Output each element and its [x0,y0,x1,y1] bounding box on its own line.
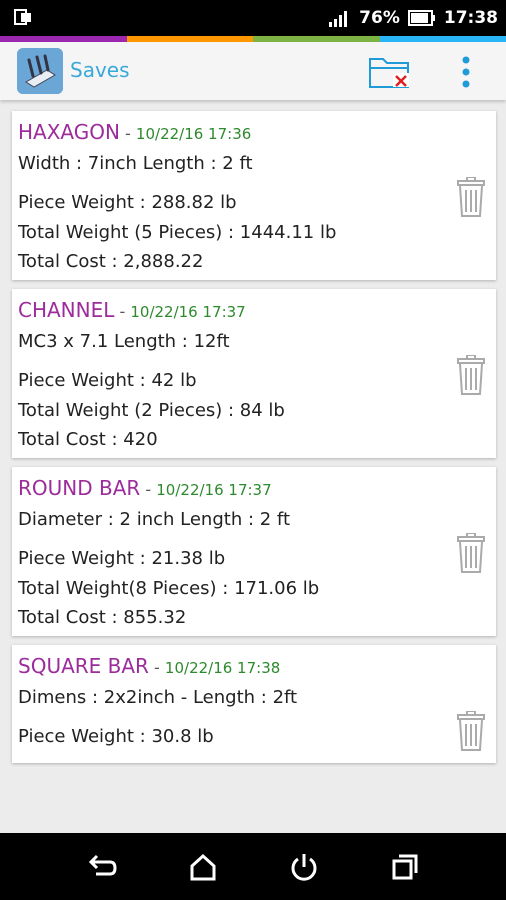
total-cost: Total Cost : 855.32 [18,607,187,628]
title-separator: - [125,124,131,143]
total-weight: Total Weight (5 Pieces) : 1444.11 lb [18,222,337,243]
item-dimensions: Dimens : 2x2inch - Length : 2ft [18,687,298,708]
card-title-line: HAXAGON - 10/22/16 17:36 [18,120,251,144]
trash-icon[interactable] [456,177,486,217]
home-icon[interactable] [188,852,218,882]
total-cost: Total Cost : 420 [18,429,158,450]
screen-mirror-icon [14,9,31,25]
item-date: 10/22/16 17:37 [156,481,272,499]
item-dimensions: Diameter : 2 inch Length : 2 ft [18,509,290,530]
status-bar: 76% 17:38 [0,0,506,36]
back-icon[interactable] [88,852,118,882]
item-type: CHANNEL [18,298,115,322]
title-separator: - [119,302,126,321]
overflow-menu-icon[interactable] [454,54,478,90]
trash-icon[interactable] [456,355,486,395]
piece-weight: Piece Weight : 42 lb [18,370,197,391]
item-date: 10/22/16 17:36 [135,125,252,143]
item-type: HAXAGON [18,120,120,144]
title-separator: - [154,658,160,677]
card-title-line: CHANNEL - 10/22/16 17:37 [18,298,246,322]
total-weight: Total Weight (2 Pieces) : 84 lb [18,400,285,421]
recents-icon[interactable] [390,852,420,882]
folder-delete-icon[interactable] [368,53,412,91]
battery-percent: 76% [359,8,400,28]
total-cost: Total Cost : 2,888.22 [18,251,204,272]
navigation-bar [0,833,506,900]
item-dimensions: MC3 x 7.1 Length : 12ft [18,331,230,352]
signal-icon [329,11,348,27]
item-date: 10/22/16 17:37 [130,303,246,321]
saved-item-card[interactable]: SQUARE BAR - 10/22/16 17:38 Dimens : 2x2… [12,645,496,763]
item-dimensions: Width : 7inch Length : 2 ft [18,153,253,174]
app-bar: Saves [0,42,506,100]
piece-weight: Piece Weight : 21.38 lb [18,548,226,569]
trash-icon[interactable] [456,533,486,573]
trash-icon[interactable] [456,711,486,751]
card-title-line: SQUARE BAR - 10/22/16 17:38 [18,654,280,678]
app-logo-icon[interactable] [17,48,63,94]
saved-item-card[interactable]: CHANNEL - 10/22/16 17:37 MC3 x 7.1 Lengt… [12,289,496,458]
piece-weight: Piece Weight : 288.82 lb [18,192,237,213]
saved-item-card[interactable]: ROUND BAR - 10/22/16 17:37 Diameter : 2 … [12,467,496,636]
item-type: SQUARE BAR [18,654,149,678]
card-title-line: ROUND BAR - 10/22/16 17:37 [18,476,272,500]
title-separator: - [145,480,152,499]
power-icon[interactable] [289,852,319,882]
page-title: Saves [70,58,130,82]
saves-list: HAXAGON - 10/22/16 17:36 Width : 7inch L… [12,111,496,772]
total-weight: Total Weight(8 Pieces) : 171.06 lb [18,578,320,599]
piece-weight: Piece Weight : 30.8 lb [18,726,214,747]
item-type: ROUND BAR [18,476,141,500]
saved-item-card[interactable]: HAXAGON - 10/22/16 17:36 Width : 7inch L… [12,111,496,280]
battery-icon [407,10,435,26]
status-time: 17:38 [443,8,498,28]
item-date: 10/22/16 17:38 [164,659,281,677]
